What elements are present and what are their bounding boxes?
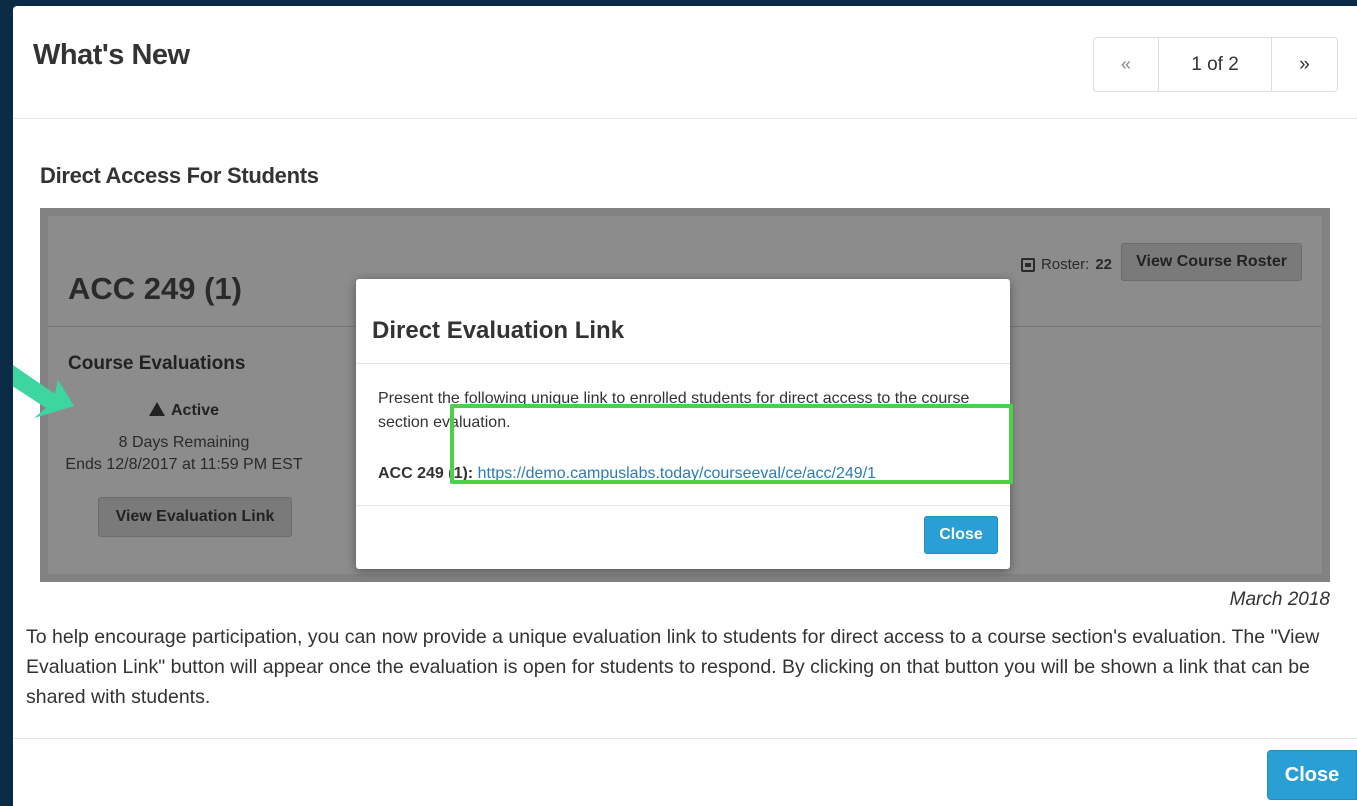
pointer-arrow-icon [13,364,74,418]
dialog-title: Direct Evaluation Link [372,317,625,344]
pager-next-button[interactable]: » [1272,37,1338,92]
modal-header: What's New « 1 of 2 » [13,6,1357,119]
divider [13,738,1357,739]
article-heading: Direct Access For Students [40,163,319,188]
pager-prev-button[interactable]: « [1093,37,1159,92]
close-button[interactable]: Close [1267,750,1357,800]
days-remaining: 8 Days Remaining [118,434,250,451]
view-evaluation-link-button: View Evaluation Link [98,497,292,537]
highlight-box [450,404,1013,484]
arrow-shape [13,364,74,418]
article-date: March 2018 [1229,589,1330,610]
end-date: Ends 12/8/2017 at 11:59 PM EST [65,456,303,473]
course-evaluations-title: Course Evaluations [68,353,246,374]
course-title: ACC 249 (1) [68,271,242,306]
article-description: To help encourage participation, you can… [26,626,1320,708]
roster-label: Roster: [1040,256,1090,273]
whats-new-modal: What's New « 1 of 2 » Direct Access For … [13,6,1357,806]
divider [356,505,1010,506]
dialog-close-button: Close [924,516,998,554]
roster-info: Roster: 22 [1020,256,1112,273]
divider [356,363,1010,364]
modal-title: What's New [33,39,190,71]
feature-screenshot: ACC 249 (1) Roster: 22 View Course Roste… [40,208,1330,582]
roster-count: 22 [1095,256,1112,273]
pager: « 1 of 2 » [1093,37,1338,92]
roster-icon [1020,257,1035,272]
status-text: Active [170,402,220,419]
flask-icon [148,402,165,416]
view-course-roster-button: View Course Roster [1121,243,1302,281]
pager-page-indicator: 1 of 2 [1159,37,1272,92]
